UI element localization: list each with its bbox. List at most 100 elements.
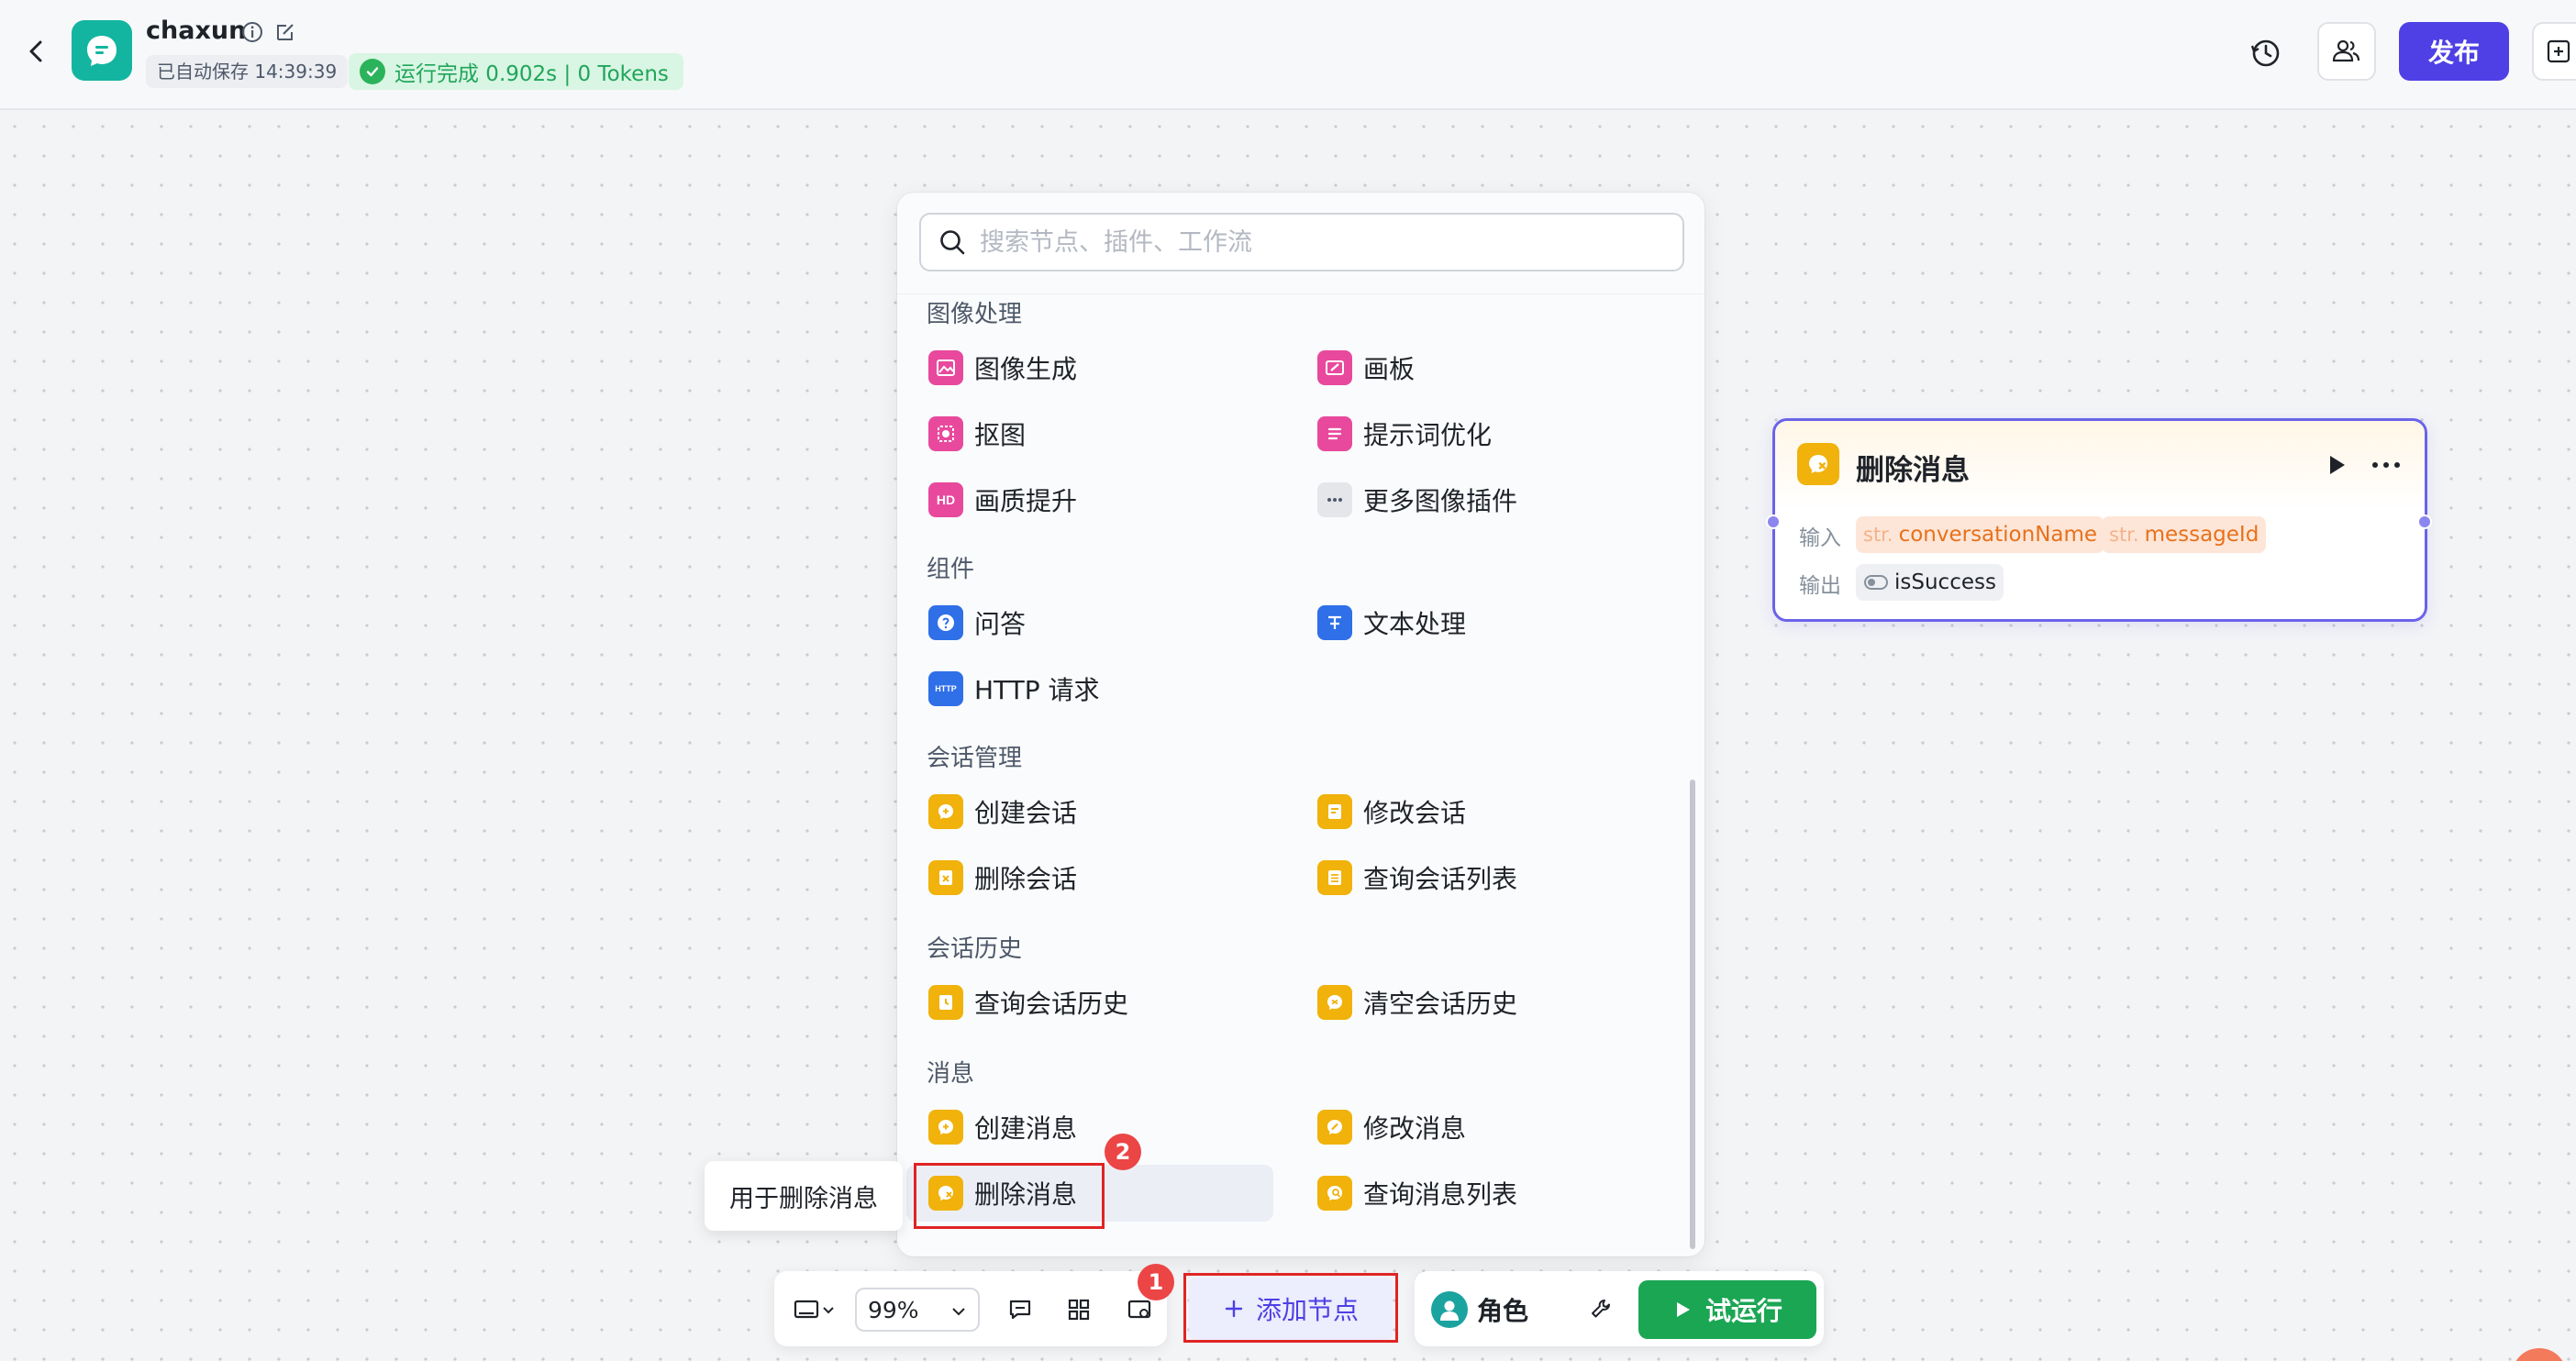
item-label: 创建会话 [974,798,1078,828]
item-label: 创建消息 [974,1113,1078,1144]
item-label: 清空会话历史 [1363,989,1518,1019]
output-param-chip: isSuccess [1856,564,2004,601]
delete-message-node[interactable]: 删除消息 输入 str. conversationName str. messa… [1766,418,2432,622]
search-box[interactable] [919,213,1684,271]
add-panel-icon [2547,39,2570,63]
check-circle-icon [360,59,385,84]
item-create-conversation[interactable]: 创建会话 [897,783,1273,840]
chevron-down-icon [823,1307,834,1314]
item-http-request[interactable]: HTTP HTTP 请求 [897,660,1273,717]
question-icon [928,605,963,640]
item-label: 删除会话 [974,864,1078,894]
item-text-process[interactable]: 文本处理 [1286,594,1662,651]
item-create-message[interactable]: 创建消息 [897,1099,1273,1156]
more-options-icon[interactable] [2368,452,2404,478]
node-output-port[interactable] [2417,515,2432,529]
item-label: 文本处理 [1363,609,1467,639]
clear-history-icon [1317,985,1352,1020]
search-input[interactable] [980,227,1682,257]
add-node-panel: 图像处理 图像生成 画板 抠图 提示词优化 HD 画质提升 更多图像插件 组件 … [897,193,1704,1256]
category-conversation-mgmt: 会话管理 [927,745,1023,772]
create-conversation-icon [928,794,963,829]
collaborators-button[interactable] [2317,22,2376,81]
zoom-select[interactable]: 99% [855,1288,980,1332]
item-edit-conversation[interactable]: 修改会话 [1286,783,1662,840]
play-icon[interactable] [2322,450,2351,480]
minimap-icon [1127,1300,1151,1319]
item-label: 查询消息列表 [1363,1179,1518,1210]
item-image-generate[interactable]: 图像生成 [897,339,1273,396]
item-canvas-board[interactable]: 画板 [1286,339,1662,396]
param-name: conversationName [1898,523,2098,547]
role-button[interactable]: 角色 [1431,1282,1547,1337]
param-name: isSuccess [1894,570,1996,594]
autosave-status: 已自动保存 14:39:39 [146,55,349,88]
laptop-icon [794,1300,819,1319]
node-title: 删除消息 [1856,454,1970,487]
run-status-badge: 运行完成 0.902s | 0 Tokens [349,53,683,90]
category-conversation-history: 会话历史 [927,935,1023,963]
back-icon[interactable] [20,33,53,70]
create-message-icon [928,1110,963,1145]
item-delete-conversation[interactable]: 删除会话 [897,849,1273,906]
node-output-label: 输出 [1799,574,1841,598]
delete-message-node-icon [1797,443,1839,485]
item-hd-enhance[interactable]: HD 画质提升 [897,471,1273,528]
item-cutout[interactable]: 抠图 [897,405,1273,462]
input-param-chip: str. messageId [2102,516,2267,553]
panel-scrollbar[interactable] [1690,780,1695,1249]
item-edit-message[interactable]: 修改消息 [1286,1099,1662,1156]
item-clear-history[interactable]: 清空会话历史 [1286,974,1662,1031]
interaction-mode-button[interactable] [787,1288,842,1332]
item-question[interactable]: 问答 [897,594,1273,651]
item-list-message[interactable]: 查询消息列表 [1286,1165,1662,1222]
hd-enhance-icon: HD [928,482,963,517]
item-label: 画板 [1363,354,1416,384]
info-icon[interactable] [240,20,264,44]
param-name: messageId [2144,523,2260,547]
category-message: 消息 [927,1060,975,1088]
annotation-badge-1: 1 [1138,1264,1174,1300]
edit-conversation-icon [1317,794,1352,829]
item-query-history[interactable]: 查询会话历史 [897,974,1273,1031]
item-prompt-optimize[interactable]: 提示词优化 [1286,405,1662,462]
item-label: 查询会话列表 [1363,864,1518,894]
category-image: 图像处理 [927,301,1023,328]
item-label: 抠图 [974,420,1027,450]
comment-button[interactable] [998,1289,1042,1330]
play-icon [1676,1302,1690,1317]
prompt-optimize-icon [1317,416,1352,451]
edit-icon[interactable] [273,20,297,44]
auto-layout-button[interactable] [1057,1289,1101,1330]
annotation-box-add-node [1183,1273,1398,1343]
publish-button[interactable]: 发布 [2399,22,2509,81]
query-history-icon [928,985,963,1020]
item-label: 画质提升 [974,486,1078,516]
edit-message-icon [1317,1110,1352,1145]
chevron-down-icon [952,1308,965,1316]
category-components: 组件 [927,556,975,583]
layout-toggle-button[interactable] [2532,22,2576,81]
item-label: 修改消息 [1363,1113,1467,1144]
item-list-conversation[interactable]: 查询会话列表 [1286,849,1662,906]
history-icon[interactable] [2246,33,2286,73]
input-param-chip: str. conversationName [1856,516,2105,553]
boolean-toggle-icon [1864,575,1888,590]
item-label: 提示词优化 [1363,420,1493,450]
debug-tools-button[interactable] [1580,1289,1624,1330]
more-icon [1317,482,1352,517]
http-icon: HTTP [928,671,963,706]
test-run-button[interactable]: 试运行 [1638,1280,1816,1339]
text-process-icon [1317,605,1352,640]
cutout-icon [928,416,963,451]
top-header: chaxun 已自动保存 14:39:39 运行完成 0.902s | 0 To… [0,0,2576,110]
item-label: 查询会话历史 [974,989,1129,1019]
item-label: 图像生成 [974,354,1078,384]
annotation-box-delete-message [914,1163,1105,1229]
role-label: 角色 [1477,1296,1529,1326]
image-generate-icon [928,350,963,385]
item-more-image-plugins[interactable]: 更多图像插件 [1286,471,1662,528]
zoom-value: 99% [868,1296,919,1323]
node-input-port[interactable] [1766,515,1781,529]
search-icon [940,230,965,255]
